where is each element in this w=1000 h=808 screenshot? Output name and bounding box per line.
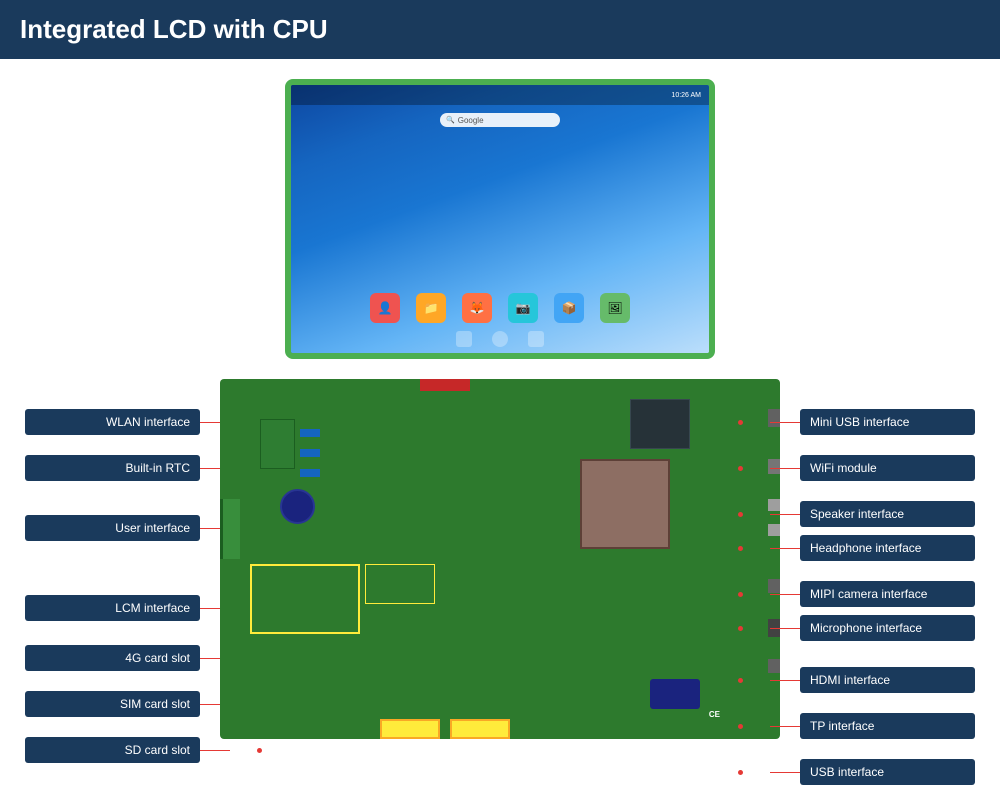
lcd-app-icons: 👤 📁 🦊 📷 📦 🖼 [291,293,709,323]
line-wifi [770,468,800,469]
lcd-button-3 [713,217,715,235]
dot-sd [257,748,262,753]
dot-microphone [738,626,743,631]
dot-hdmi [738,678,743,683]
lcd-button-2 [713,191,715,209]
label-wifi: WiFi module [800,455,975,481]
line-usb [770,772,800,773]
pcb-board: CE [220,379,780,739]
pcb-slot-4g [250,564,360,634]
pcb-right-speaker [768,499,780,511]
pcb-capacitor [280,489,315,524]
pcb-component-1 [300,429,320,437]
line-tp [770,726,800,727]
pcb-top-connector [420,379,470,391]
lcd-search-text: Google [458,116,484,125]
lcd-home-btn [492,331,508,347]
label-hdmi: HDMI interface [800,667,975,693]
label-user: User interface [25,515,200,541]
pcb-cpu-chip [580,459,670,549]
label-usb: USB interface [800,759,975,785]
label-sd: SD card slot [25,737,200,763]
line-sd [200,750,230,751]
pcb-connector-left [220,499,240,559]
main-content: 10:26 AM 🔍 Google 👤 📁 🦊 📷 [0,59,1000,795]
line-microphone [770,628,800,629]
lcd-time: 10:26 AM [671,92,701,99]
label-wlan: WLAN interface [25,409,200,435]
line-speaker [770,514,800,515]
pcb-right-wifi [768,459,780,474]
pcb-block-1 [260,419,295,469]
lcd-screen: 10:26 AM 🔍 Google 👤 📁 🦊 📷 [291,85,709,353]
dot-speaker [738,512,743,517]
dot-wifi [738,466,743,471]
lcd-taskbar: 10:26 AM [291,85,709,105]
line-headphone [770,548,800,549]
lcd-icon-contacts: 👤 [370,293,400,323]
page-title: Integrated LCD with CPU [20,14,328,44]
labels-left: WLAN interface Built-in RTC User interfa… [25,379,200,763]
pcb-right-headphone [768,524,780,536]
pcb-bottom-hdmi1 [380,719,440,739]
lcd-button-1 [713,165,715,183]
pcb-component-2 [300,449,320,457]
pcb-bottom-hdmi2 [450,719,510,739]
label-speaker: Speaker interface [800,501,975,527]
lcd-icon-apkpure: 📦 [554,293,584,323]
pcb-chip-secondary [630,399,690,449]
label-microphone: Microphone interface [800,615,975,641]
page-header: Integrated LCD with CPU [0,0,1000,59]
label-mipi: MIPI camera interface [800,581,975,607]
label-mini-usb: Mini USB interface [800,409,975,435]
dot-tp [738,724,743,729]
dot-mini-usb [738,420,743,425]
lcd-nav-bar [291,331,709,347]
label-sim: SIM card slot [25,691,200,717]
pcb-right-mic [768,579,780,593]
label-rtc: Built-in RTC [25,455,200,481]
pcb-right-usb2 [768,659,780,673]
pcb-right-usb [768,409,780,427]
labels-right: Mini USB interface WiFi module Speaker i… [800,379,975,785]
line-hdmi [770,680,800,681]
label-lcm: LCM interface [25,595,200,621]
label-tp: TP interface [800,713,975,739]
label-headphone: Headphone interface [800,535,975,561]
line-mipi [770,594,800,595]
line-mini-usb [770,422,800,423]
pcb-ce-mark: CE [709,710,720,719]
dot-mipi [738,592,743,597]
pcb-component-3 [300,469,320,477]
board-area: WLAN interface Built-in RTC User interfa… [20,379,980,785]
label-4g: 4G card slot [25,645,200,671]
lcd-recent-btn [528,331,544,347]
lcd-back-btn [456,331,472,347]
lcd-search-bar: 🔍 Google [440,113,560,127]
dot-headphone [738,546,743,551]
lcd-display: 10:26 AM 🔍 Google 👤 📁 🦊 📷 [285,79,715,359]
lcd-icon-folder: 📁 [416,293,446,323]
pcb-slot-secondary [365,564,435,604]
pcb-component-heat [650,679,700,709]
lcd-icon-camera: 📷 [508,293,538,323]
lcd-icon-gallery: 🖼 [600,293,630,323]
lcd-icon-firefox: 🦊 [462,293,492,323]
dot-usb [738,770,743,775]
